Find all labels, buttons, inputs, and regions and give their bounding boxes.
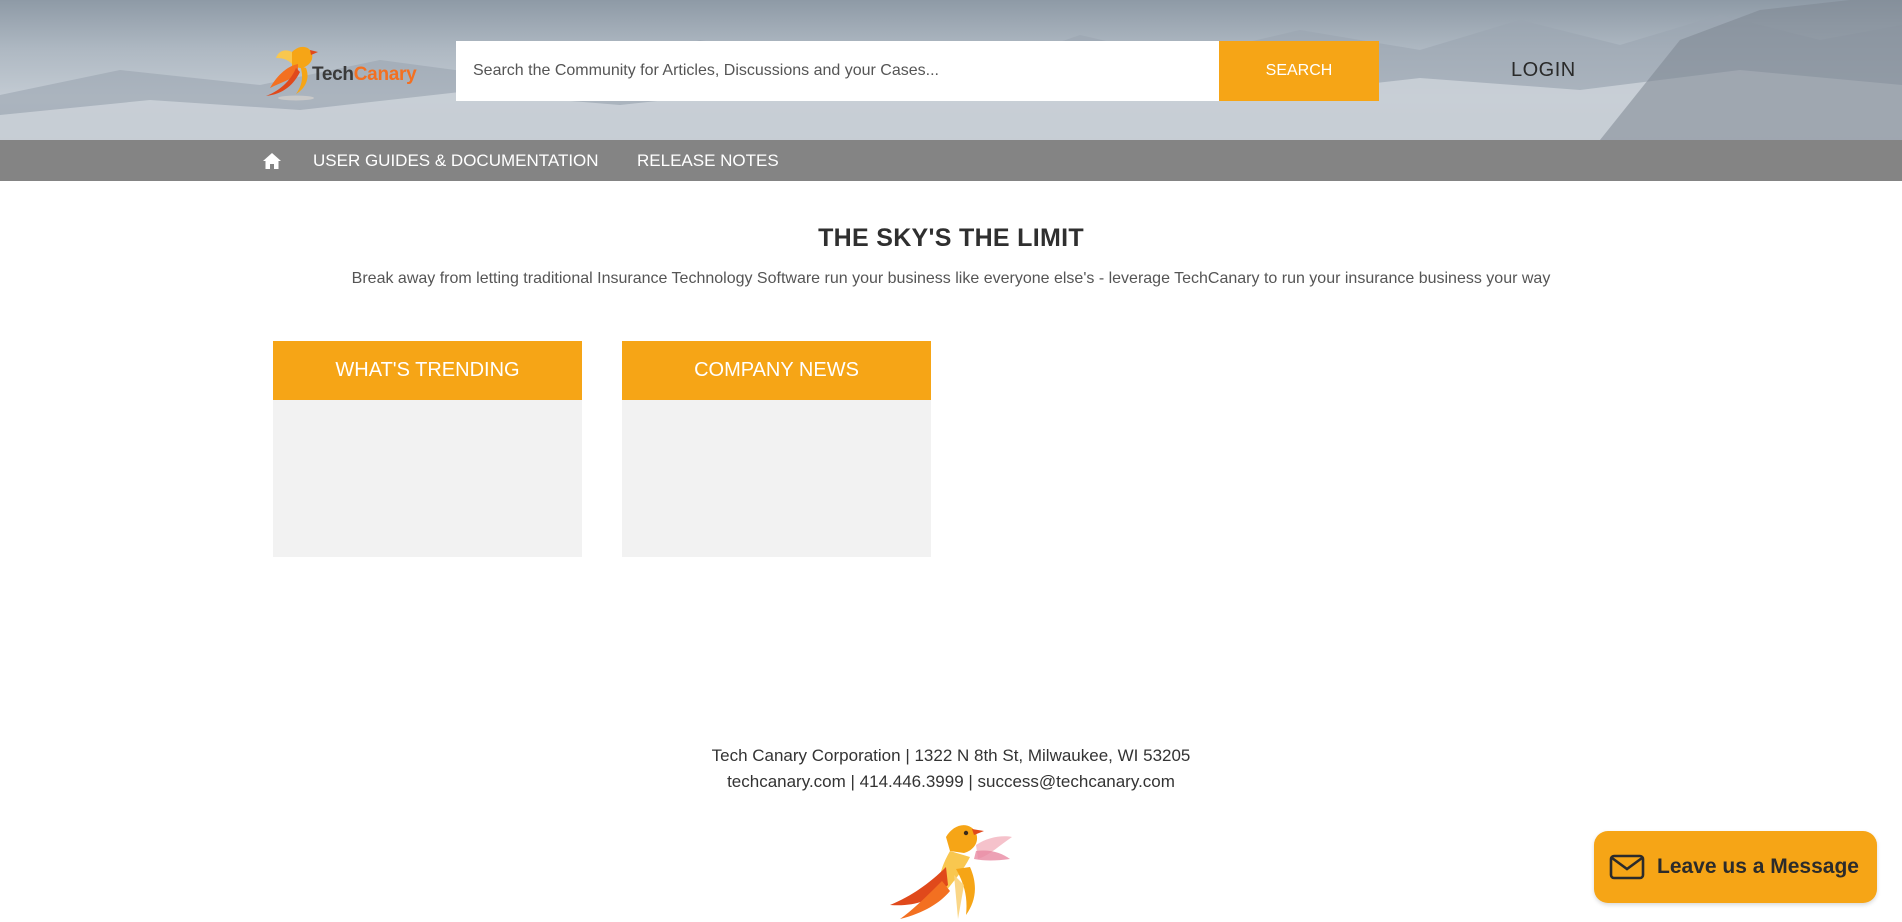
login-link[interactable]: LOGIN [1511, 59, 1576, 82]
page-subtitle: Break away from letting traditional Insu… [351, 270, 1551, 287]
logo-text-canary: Canary [353, 64, 417, 85]
trending-card-header[interactable]: WHAT'S TRENDING [273, 341, 582, 400]
page-title: THE SKY'S THE LIMIT [818, 224, 1084, 252]
trending-card: WHAT'S TRENDING [273, 341, 582, 557]
search-button[interactable]: SEARCH [1219, 41, 1379, 101]
logo-text: TechCanary [312, 64, 417, 86]
leave-message-label: Leave us a Message [1657, 855, 1859, 878]
search-input[interactable] [456, 41, 1220, 101]
envelope-icon [1609, 854, 1645, 880]
home-icon[interactable] [262, 151, 282, 171]
company-news-card-header[interactable]: COMPANY NEWS [622, 341, 931, 400]
leave-message-button[interactable]: Leave us a Message [1594, 831, 1877, 903]
company-news-card: COMPANY NEWS [622, 341, 931, 557]
logo-text-tech: Tech [312, 64, 354, 85]
nav-user-guides[interactable]: USER GUIDES & DOCUMENTATION [313, 151, 599, 171]
main-nav: USER GUIDES & DOCUMENTATION RELEASE NOTE… [0, 140, 1902, 181]
footer-address: Tech Canary Corporation | 1322 N 8th St,… [711, 746, 1191, 765]
techcanary-logo[interactable]: TechCanary [262, 38, 422, 102]
canary-bird-icon [890, 825, 1012, 919]
site-header: TechCanary SEARCH LOGIN [0, 0, 1902, 140]
nav-release-notes[interactable]: RELEASE NOTES [637, 151, 779, 171]
footer-contact: techcanary.com | 414.446.3999 | success@… [727, 772, 1175, 791]
